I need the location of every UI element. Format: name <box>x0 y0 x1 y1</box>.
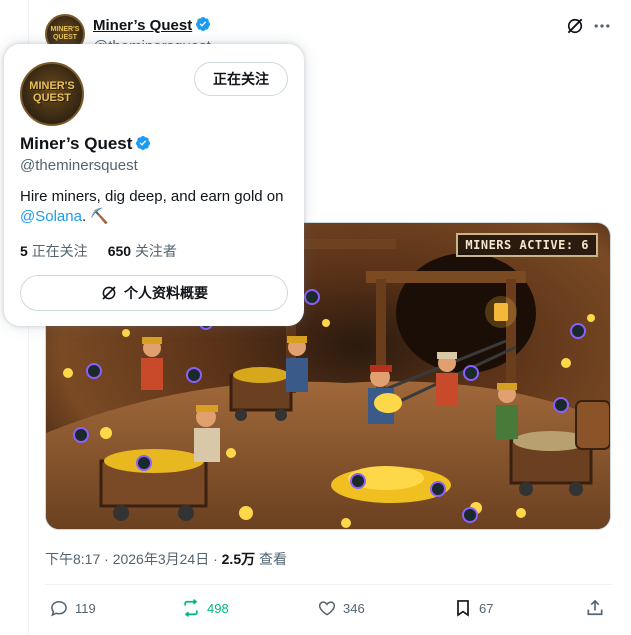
followers-label: 关注者 <box>134 243 177 259</box>
profile-summary-button[interactable]: 个人资料概要 <box>20 275 288 311</box>
retweet-count: 498 <box>207 600 229 616</box>
followers-count: 650 <box>107 243 132 259</box>
share-button[interactable] <box>585 598 605 618</box>
hover-card-name-text[interactable]: Miner’s Quest <box>20 134 132 153</box>
following-button[interactable]: 正在关注 <box>194 62 288 96</box>
reply-count: 119 <box>75 600 96 616</box>
grok-icon <box>102 286 116 300</box>
avatar-logo-text: MINER'S QUEST <box>50 26 80 41</box>
hover-card-stats: 5 正在关注 650 关注者 <box>20 241 177 261</box>
hover-card-name[interactable]: Miner’s Quest <box>20 134 151 154</box>
reply-button[interactable]: 119 <box>49 598 96 618</box>
share-icon <box>587 599 603 616</box>
avatar-logo-text: MINER'S QUEST <box>29 80 75 104</box>
following-count: 5 <box>20 243 28 259</box>
bio-mention-link[interactable]: @Solana <box>20 208 82 225</box>
verified-badge-icon <box>196 17 211 31</box>
hover-card-handle[interactable]: @theminersquest <box>20 157 138 174</box>
bookmark-button[interactable]: 67 <box>453 598 493 618</box>
verified-badge-icon <box>136 136 151 150</box>
followers-stat[interactable]: 650 关注者 <box>108 241 177 261</box>
tweet-time[interactable]: 下午8:17 · 2026年3月24日 · <box>45 551 222 567</box>
reply-icon <box>51 600 67 617</box>
bio-suffix: . ⛏️ <box>81 208 109 225</box>
author-name[interactable]: Miner’s Quest <box>93 16 211 34</box>
retweet-button[interactable]: 498 <box>181 598 229 618</box>
bookmark-icon <box>457 600 469 617</box>
grok-icon[interactable] <box>565 16 585 36</box>
heart-icon <box>318 601 336 616</box>
hover-card-avatar[interactable]: MINER'S QUEST <box>20 62 84 126</box>
views-count: 2.5万 <box>221 551 256 567</box>
author-name-text[interactable]: Miner’s Quest <box>93 17 192 34</box>
hover-card-bio: Hire miners, dig deep, and earn gold on … <box>20 187 292 227</box>
retweet-icon <box>184 599 198 617</box>
tweet-action-bar: 119 498 346 67 <box>45 598 611 622</box>
profile-hover-card: MINER'S QUEST 正在关注 Miner’s Quest @themin… <box>4 44 304 326</box>
profile-summary-label: 个人资料概要 <box>124 285 208 301</box>
miners-active-badge: MINERS ACTIVE: 6 <box>456 233 598 257</box>
following-label: 正在关注 <box>31 243 88 259</box>
views-label: 查看 <box>255 551 287 567</box>
more-options-icon[interactable] <box>592 16 612 36</box>
bio-text: Hire miners, dig deep, and earn gold on <box>20 188 284 205</box>
divider <box>45 584 613 585</box>
bookmark-count: 67 <box>479 600 494 616</box>
tweet-timestamp: 下午8:17 · 2026年3月24日 · 2.5万 查看 <box>45 549 287 569</box>
following-stat[interactable]: 5 正在关注 <box>20 241 88 261</box>
like-button[interactable]: 346 <box>317 598 365 618</box>
like-count: 346 <box>343 600 365 616</box>
